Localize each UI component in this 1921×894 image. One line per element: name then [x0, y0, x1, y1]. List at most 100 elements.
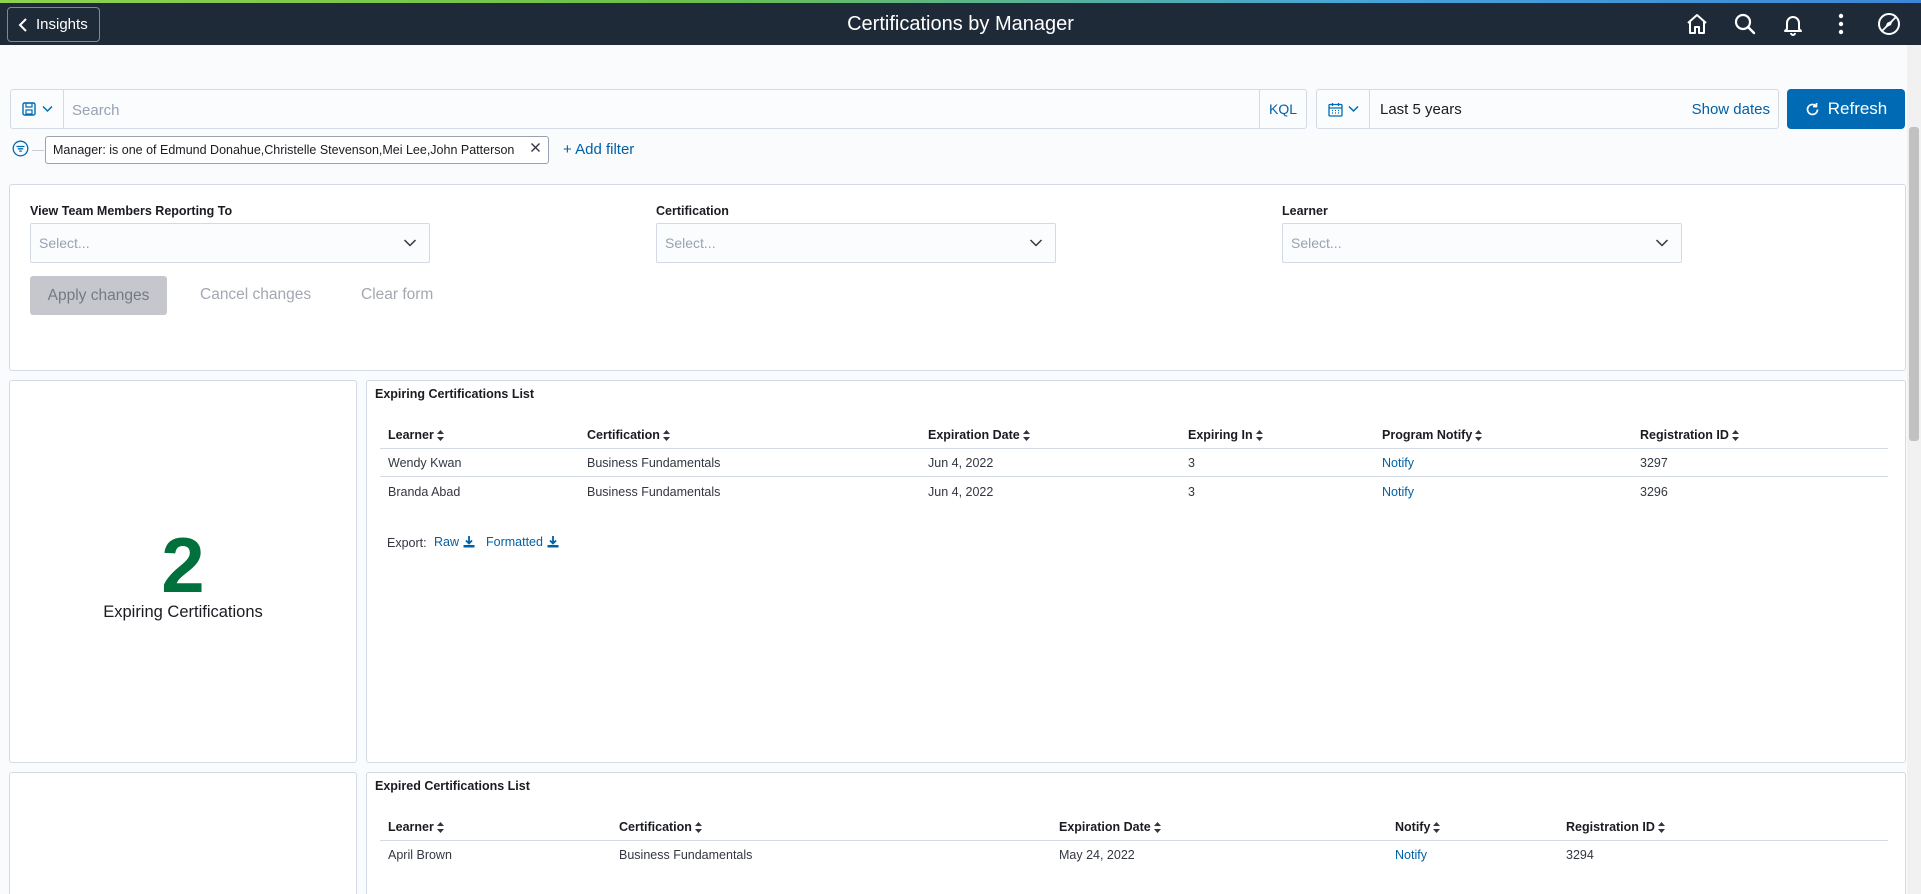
search-icon[interactable]	[1721, 11, 1769, 37]
table-cell: 3	[1188, 485, 1195, 499]
sort-icon	[1022, 429, 1030, 441]
quick-date-menu-button[interactable]	[1317, 90, 1370, 128]
search-input[interactable]	[64, 94, 1259, 124]
date-range-value[interactable]: Last 5 years	[1370, 101, 1692, 118]
cancel-changes-button[interactable]: Cancel changes	[200, 286, 311, 304]
header-actions	[1673, 11, 1913, 37]
table-cell: 3297	[1640, 456, 1668, 470]
calendar-icon	[1327, 102, 1343, 117]
filter-pill-label: Manager: is one of Edmund Donahue,Christ…	[53, 143, 515, 157]
col-header-learner[interactable]: Learner	[388, 428, 444, 442]
search-field[interactable]	[64, 90, 1259, 128]
col-label: Expiring In	[1188, 428, 1253, 442]
learner-placeholder: Select...	[1291, 235, 1342, 251]
col-header-expiration-date[interactable]: Expiration Date	[928, 428, 1030, 442]
notify-link[interactable]: Notify	[1382, 456, 1414, 470]
reporting-to-select[interactable]: Select...	[30, 223, 430, 263]
expiring-count-value: 2	[161, 521, 205, 609]
certification-label: Certification	[656, 204, 729, 218]
table-header-divider	[380, 448, 1888, 449]
col-header-notify[interactable]: Notify	[1395, 820, 1441, 834]
chevron-down-icon	[1655, 239, 1669, 247]
table-cell: Wendy Kwan	[388, 456, 462, 470]
bell-icon[interactable]	[1769, 11, 1817, 37]
expired-metric-panel	[9, 772, 357, 894]
col-header-registration-id[interactable]: Registration ID	[1640, 428, 1739, 442]
table-cell: Branda Abad	[388, 485, 461, 499]
clear-form-button[interactable]: Clear form	[361, 286, 433, 304]
sort-icon	[694, 821, 702, 833]
col-label: Program Notify	[1382, 428, 1473, 442]
filter-menu-icon[interactable]	[12, 140, 29, 162]
sort-icon	[1255, 429, 1263, 441]
col-label: Learner	[388, 820, 434, 834]
apply-changes-button[interactable]: Apply changes	[30, 276, 167, 315]
col-label: Learner	[388, 428, 434, 442]
reporting-to-label: View Team Members Reporting To	[30, 204, 233, 218]
scrollbar-thumb[interactable]	[1909, 127, 1919, 441]
download-icon	[463, 536, 475, 548]
col-header-learner[interactable]: Learner	[388, 820, 444, 834]
saved-queries-button[interactable]	[11, 90, 64, 128]
save-icon	[21, 102, 36, 116]
table-cell: Jun 4, 2022	[928, 485, 994, 499]
col-header-certification[interactable]: Certification	[619, 820, 702, 834]
chevron-down-icon	[403, 239, 417, 247]
header-accent-stripe	[0, 0, 1921, 3]
col-header-registration-id[interactable]: Registration ID	[1566, 820, 1665, 834]
app-header: Insights Certifications by Manager	[0, 0, 1921, 45]
sort-icon	[1475, 429, 1483, 441]
export-formatted-label: Formatted	[486, 535, 543, 549]
export-formatted-link[interactable]: Formatted	[486, 535, 559, 549]
reporting-to-placeholder: Select...	[39, 235, 90, 251]
table-row-divider	[380, 476, 1888, 477]
table-cell: Business Fundamentals	[587, 456, 721, 470]
sort-icon	[1433, 821, 1441, 833]
sort-icon	[1153, 821, 1161, 833]
kql-toggle[interactable]: KQL	[1259, 90, 1306, 128]
export-label: Export:	[387, 536, 427, 550]
chevron-down-icon	[41, 105, 53, 113]
table-cell: 3294	[1566, 848, 1594, 862]
col-label: Certification	[587, 428, 660, 442]
refresh-icon	[1806, 102, 1819, 115]
learner-label: Learner	[1282, 204, 1328, 218]
col-label: Expiration Date	[1059, 820, 1151, 834]
expired-table-title: Expired Certifications List	[375, 779, 530, 793]
refresh-label: Refresh	[1827, 99, 1888, 118]
learner-select[interactable]: Select...	[1282, 223, 1682, 263]
remove-filter-icon[interactable]	[530, 142, 541, 156]
col-header-expiring-in[interactable]: Expiring In	[1188, 428, 1263, 442]
manager-filter-pill[interactable]: Manager: is one of Edmund Donahue,Christ…	[45, 136, 549, 164]
table-cell: 3296	[1640, 485, 1668, 499]
page-scrollbar[interactable]	[1907, 45, 1921, 894]
notify-link[interactable]: Notify	[1382, 485, 1414, 499]
add-filter-link[interactable]: + Add filter	[563, 141, 634, 158]
more-vertical-icon[interactable]	[1817, 11, 1865, 37]
table-cell: Jun 4, 2022	[928, 456, 994, 470]
query-bar: KQL	[10, 89, 1307, 129]
compass-icon[interactable]	[1865, 11, 1913, 37]
page-title: Certifications by Manager	[847, 13, 1074, 35]
col-header-certification[interactable]: Certification	[587, 428, 670, 442]
col-header-expiration-date[interactable]: Expiration Date	[1059, 820, 1161, 834]
table-cell: April Brown	[388, 848, 452, 862]
table-cell: May 24, 2022	[1059, 848, 1135, 862]
download-icon	[547, 536, 559, 548]
col-label: Certification	[619, 820, 692, 834]
expiring-count-label: Expiring Certifications	[103, 603, 263, 621]
col-header-program-notify[interactable]: Program Notify	[1382, 428, 1483, 442]
show-dates-link[interactable]: Show dates	[1692, 101, 1778, 118]
notify-link[interactable]: Notify	[1395, 848, 1427, 862]
sort-icon	[1731, 429, 1739, 441]
home-icon[interactable]	[1673, 11, 1721, 37]
table-cell: 3	[1188, 456, 1195, 470]
export-raw-link[interactable]: Raw	[434, 535, 475, 549]
export-raw-label: Raw	[434, 535, 460, 549]
expiring-table-title: Expiring Certifications List	[375, 387, 535, 401]
certification-select[interactable]: Select...	[656, 223, 1056, 263]
sort-icon	[662, 429, 670, 441]
refresh-button[interactable]: Refresh	[1787, 89, 1905, 129]
filter-connector-line	[32, 150, 44, 151]
chevron-down-icon	[1347, 105, 1359, 113]
